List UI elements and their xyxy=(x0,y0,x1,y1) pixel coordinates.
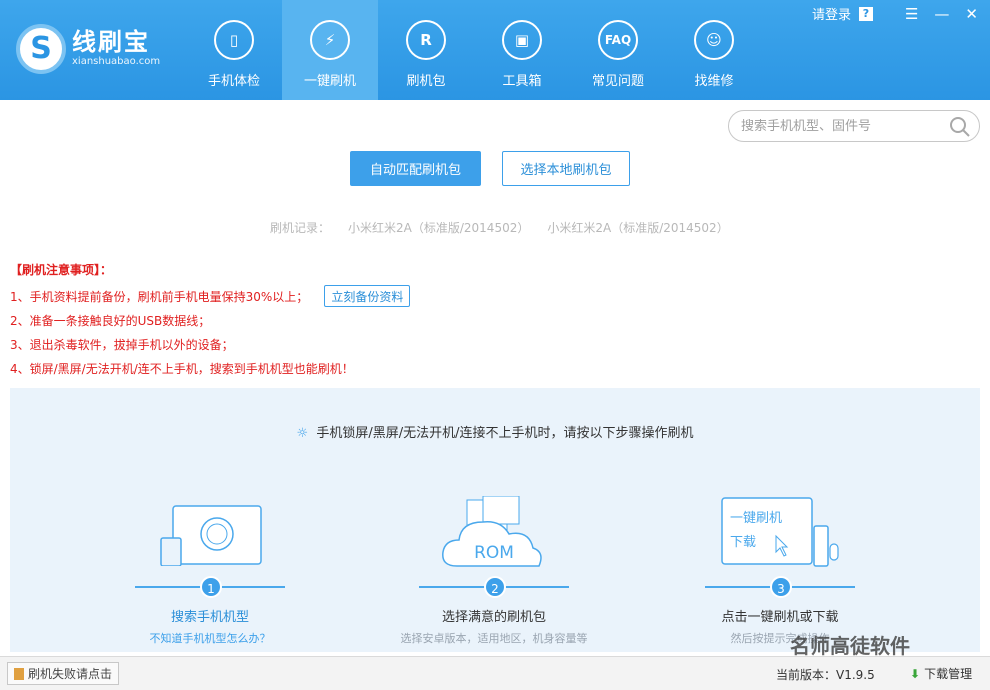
toolbox-icon: ▣ xyxy=(502,20,542,60)
repair-person-icon: ☺ xyxy=(694,20,734,60)
step-help-link[interactable]: 不知道手机机型怎么办？ xyxy=(80,630,340,646)
flash-label: 一键刷机 xyxy=(730,511,782,526)
status-bar: 刷机失败请点击 当前版本：V1.9.5 ⬇ 下载管理 xyxy=(0,656,990,690)
menu-icon[interactable]: ☰ xyxy=(905,6,918,22)
fail-help-label: 刷机失败请点击 xyxy=(28,667,113,681)
nav-label: 一键刷机 xyxy=(303,74,356,89)
nav-label: 常见问题 xyxy=(591,74,644,89)
version-label: 当前版本：V1.9.5 xyxy=(776,668,875,682)
download-manager-label: 下载管理 xyxy=(924,667,973,681)
flash-history: 刷机记录： 小米红米2A（标准版/2014502） 小米红米2A（标准版/201… xyxy=(270,219,747,236)
logo-icon: S xyxy=(16,24,66,74)
step-subtitle: 选择安卓版本，适用地区，机身容量等 xyxy=(400,632,588,645)
app-name: 线刷宝 xyxy=(72,28,150,56)
search-phone-illustration xyxy=(160,505,262,566)
nav-label: 找维修 xyxy=(694,74,734,89)
local-package-button[interactable]: 选择本地刷机包 xyxy=(502,151,630,186)
step-title: 点击一键刷机或下载 xyxy=(721,610,839,625)
flash-fail-help-button[interactable]: 刷机失败请点击 xyxy=(7,662,120,685)
nav-toolbox[interactable]: ▣ 工具箱 xyxy=(474,0,570,100)
help-doc-icon xyxy=(14,667,24,680)
download-manager-button[interactable]: ⬇ 下载管理 xyxy=(910,665,972,682)
guide-title: ☼ 手机锁屏/黑屏/无法开机/连接不上手机时，请按以下步骤操作刷机 xyxy=(10,422,980,441)
lightbulb-icon: ☼ xyxy=(296,426,309,441)
phone-check-icon: ▯ xyxy=(214,20,254,60)
nav-label: 刷机包 xyxy=(406,74,446,89)
help-icon[interactable]: ? xyxy=(858,6,873,21)
search-icon[interactable] xyxy=(949,116,971,138)
nav-find-repair[interactable]: ☺ 找维修 xyxy=(666,0,762,100)
app-window: S 线刷宝 xianshuabao.com ▯ 手机体检 ⚡ 一键刷机 R 刷机… xyxy=(0,0,990,690)
note-item: 4、锁屏/黑屏/无法开机/连不上手机，搜索到手机机型也能刷机！ xyxy=(10,361,354,376)
watermark: 名师高徒软件 xyxy=(790,634,910,658)
backup-button[interactable]: 立刻备份资料 xyxy=(324,285,411,307)
auto-match-button[interactable]: 自动匹配刷机包 xyxy=(350,151,481,186)
step-title: 选择满意的刷机包 xyxy=(441,610,546,625)
rom-package-icon: R xyxy=(406,20,446,60)
note-item: 2、准备一条接触良好的USB数据线； xyxy=(10,313,211,328)
minimize-icon[interactable]: — xyxy=(934,6,949,22)
guide-steps: 1 搜索手机机型 不知道手机机型怎么办？ ROM 2 选择满意的刷机包 选择安卓… xyxy=(10,488,980,648)
download-label: 下载 xyxy=(730,535,756,550)
step-1: 1 搜索手机机型 不知道手机机型怎么办？ xyxy=(80,488,340,648)
close-icon[interactable]: ✕ xyxy=(965,6,978,22)
flash-notes: 【刷机注意事项】： 1、手机资料提前备份，刷机前手机电量保持30%以上； 立刻备… xyxy=(10,261,411,380)
step-3: 一键刷机 下载 3 点击一键刷机或下载 然后按提示完成操作 xyxy=(650,488,910,648)
nav-label: 手机体检 xyxy=(207,74,260,89)
nav-one-click-flash[interactable]: ⚡ 一键刷机 xyxy=(282,0,378,100)
flash-download-illustration: 一键刷机 下载 xyxy=(721,497,839,567)
main-nav: ▯ 手机体检 ⚡ 一键刷机 R 刷机包 ▣ 工具箱 FAQ 常见问题 ☺ 找维修 xyxy=(186,0,762,100)
nav-faq[interactable]: FAQ 常见问题 xyxy=(570,0,666,100)
step-number: 1 xyxy=(200,576,222,598)
note-item: 1、手机资料提前备份，刷机前手机电量保持30%以上； xyxy=(10,289,309,304)
nav-phone-check[interactable]: ▯ 手机体检 xyxy=(186,0,282,100)
faq-icon: FAQ xyxy=(598,20,638,60)
login-link[interactable]: 请登录 xyxy=(812,4,851,23)
app-domain: xianshuabao.com xyxy=(72,56,161,67)
download-arrow-icon: ⬇ xyxy=(910,666,921,681)
header-bar: S 线刷宝 xianshuabao.com ▯ 手机体检 ⚡ 一键刷机 R 刷机… xyxy=(0,0,990,100)
window-controls: 请登录 ? ☰ — ✕ xyxy=(812,4,978,24)
step-title[interactable]: 搜索手机机型 xyxy=(80,606,340,625)
rom-cloud-illustration: ROM xyxy=(442,496,542,567)
rom-label: ROM xyxy=(474,543,514,563)
guide-title-text: 手机锁屏/黑屏/无法开机/连接不上手机时，请按以下步骤操作刷机 xyxy=(316,426,694,441)
step-number: 3 xyxy=(770,576,792,598)
nav-rom-package[interactable]: R 刷机包 xyxy=(378,0,474,100)
nav-label: 工具箱 xyxy=(502,74,542,89)
lightning-icon: ⚡ xyxy=(310,20,350,60)
history-label: 刷机记录： xyxy=(270,221,331,235)
note-item: 3、退出杀毒软件，拔掉手机以外的设备； xyxy=(10,337,234,352)
step-2: ROM 2 选择满意的刷机包 选择安卓版本，适用地区，机身容量等 xyxy=(364,488,624,648)
step-number: 2 xyxy=(484,576,506,598)
app-logo: S 线刷宝 xianshuabao.com xyxy=(16,24,160,74)
search-box xyxy=(728,110,980,142)
search-input[interactable] xyxy=(741,118,941,134)
guide-panel: ☼ 手机锁屏/黑屏/无法开机/连接不上手机时，请按以下步骤操作刷机 1 搜索手机… xyxy=(10,388,980,652)
history-item[interactable]: 小米红米2A（标准版/2014502） xyxy=(348,219,529,236)
history-item[interactable]: 小米红米2A（标准版/2014502） xyxy=(547,219,728,236)
notes-title: 【刷机注意事项】： xyxy=(10,263,113,277)
